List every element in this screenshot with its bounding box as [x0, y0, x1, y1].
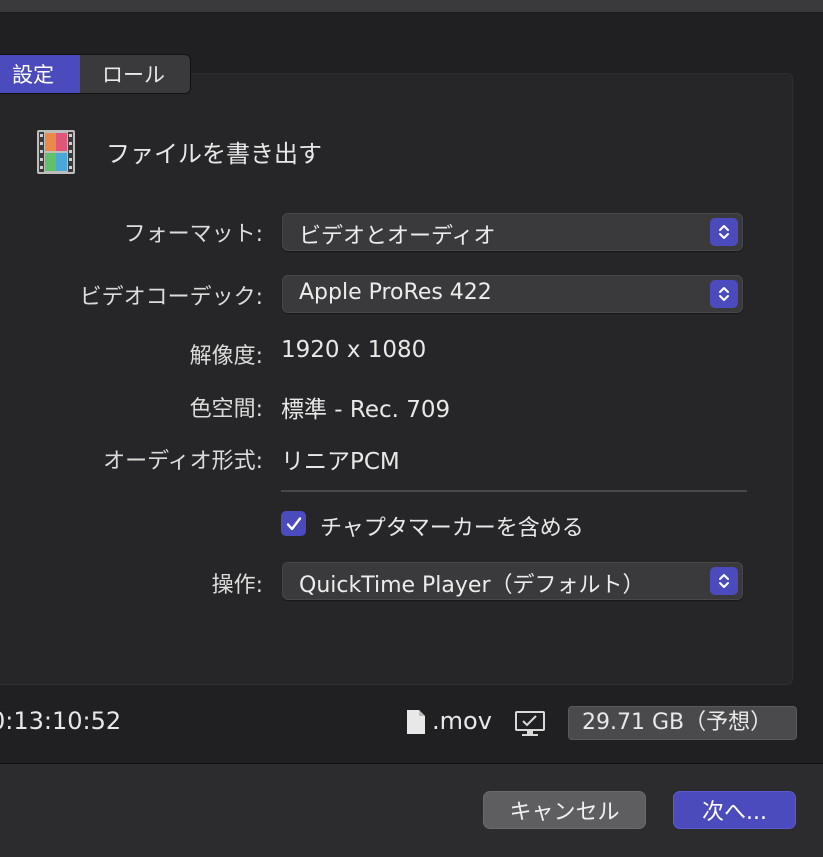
tab-bar: 設定 ロール [0, 54, 191, 94]
audio-format-label: オーディオ形式: [103, 449, 263, 474]
tab-settings[interactable]: 設定 [0, 55, 80, 93]
window-top-strip [0, 0, 823, 13]
tab-roles[interactable]: ロール [80, 55, 190, 93]
format-popup[interactable]: ビデオとオーディオ [282, 213, 743, 251]
chevron-updown-icon [710, 567, 738, 595]
chevron-updown-icon [710, 280, 738, 308]
estimated-size: 29.71 GB（予想） [568, 706, 797, 740]
resolution-value: 1920 x 1080 [281, 337, 427, 363]
next-button[interactable]: 次へ... [673, 791, 796, 829]
duration-timecode: 0:13:10:52 [0, 707, 122, 735]
film-strip-icon [37, 130, 75, 174]
action-value: QuickTime Player（デフォルト） [299, 573, 645, 598]
chevron-updown-icon [710, 218, 738, 246]
codec-label: ビデオコーデック: [79, 285, 263, 310]
cancel-button[interactable]: キャンセル [483, 791, 646, 829]
resolution-label: 解像度: [189, 344, 263, 369]
codec-popup[interactable]: Apple ProRes 422 [282, 275, 743, 313]
audio-format-value: リニアPCM [281, 449, 400, 475]
action-popup[interactable]: QuickTime Player（デフォルト） [282, 562, 743, 600]
action-label: 操作: [211, 573, 263, 598]
divider [281, 490, 747, 492]
document-icon [407, 710, 425, 734]
color-space-label: 色空間: [189, 397, 263, 422]
color-space-value: 標準 - Rec. 709 [281, 397, 451, 423]
monitor-icon [515, 711, 545, 736]
format-label: フォーマット: [123, 222, 263, 247]
export-title: ファイルを書き出す [106, 140, 322, 168]
codec-value: Apple ProRes 422 [299, 280, 492, 305]
chapter-markers-label: チャプタマーカーを含める [320, 516, 584, 541]
chapter-markers-checkbox[interactable] [281, 511, 306, 536]
checkmark-icon [286, 516, 301, 530]
file-extension: .mov [432, 707, 492, 735]
format-value: ビデオとオーディオ [299, 224, 496, 249]
